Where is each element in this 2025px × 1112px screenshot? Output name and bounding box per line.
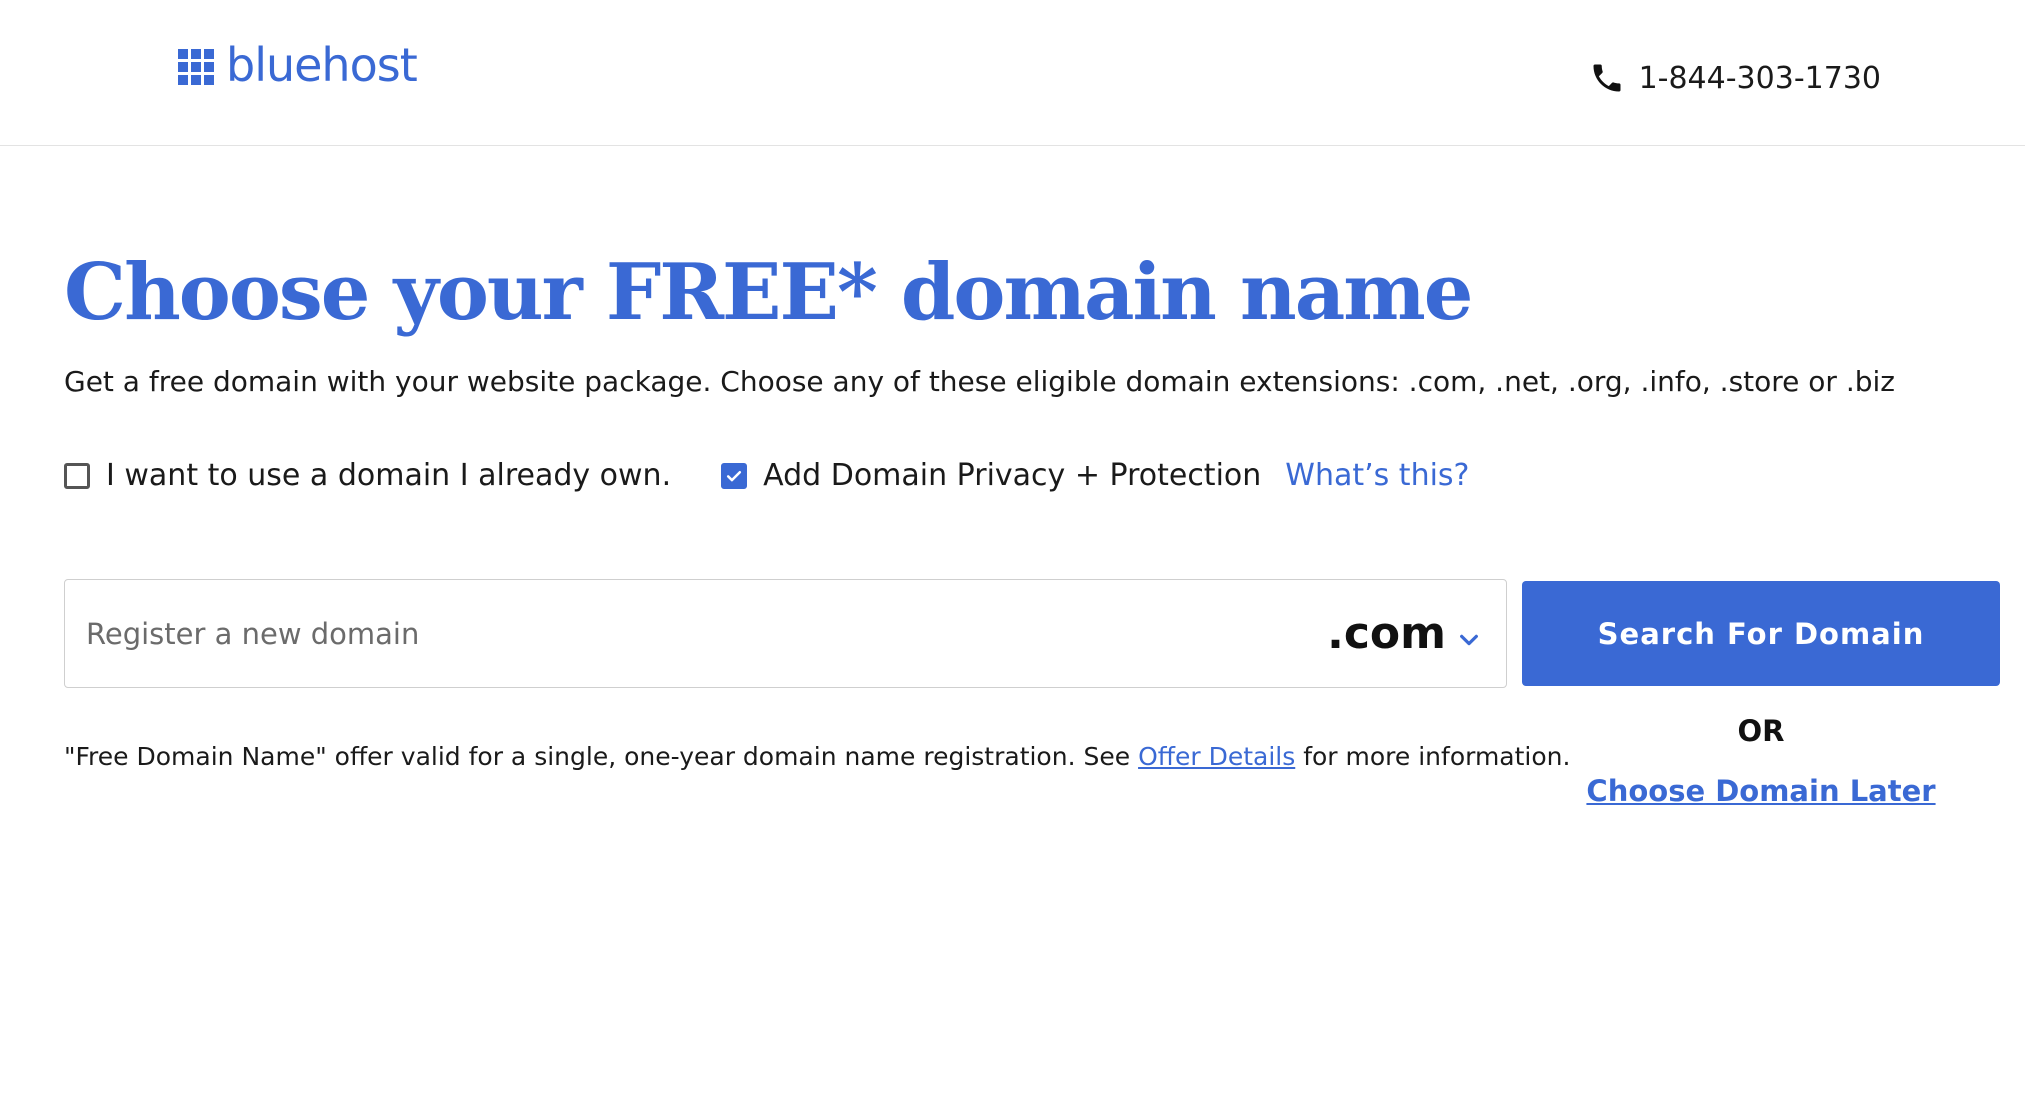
own-domain-label: I want to use a domain I already own.	[106, 458, 672, 493]
privacy-checkbox[interactable]	[721, 462, 748, 489]
phone-contact[interactable]: 1-844-303-1730	[1589, 60, 1881, 96]
own-domain-option[interactable]: I want to use a domain I already own.	[64, 458, 671, 493]
page-subtitle: Get a free domain with your website pack…	[64, 365, 1895, 398]
domain-input[interactable]	[65, 579, 1328, 688]
site-header: bluehost 1-844-303-1730	[0, 0, 2025, 146]
search-domain-button[interactable]: Search For Domain	[1522, 581, 2000, 686]
choose-domain-later-link[interactable]: Choose Domain Later	[1522, 774, 2000, 808]
privacy-label: Add Domain Privacy + Protection	[763, 458, 1262, 493]
tld-dropdown[interactable]: .com	[1327, 608, 1506, 659]
grid-logo-icon	[178, 49, 214, 85]
own-domain-checkbox[interactable]	[64, 462, 90, 489]
checkmark-icon	[727, 470, 742, 481]
chevron-down-icon	[1460, 634, 1478, 645]
offer-details-link[interactable]: Offer Details	[1138, 742, 1295, 771]
phone-icon	[1593, 64, 1621, 92]
tld-selected: .com	[1327, 608, 1446, 659]
phone-number[interactable]: 1-844-303-1730	[1639, 61, 1881, 96]
disclaimer-text-before: "Free Domain Name" offer valid for a sin…	[64, 742, 1139, 771]
page-title: Choose your FREE* domain name	[64, 247, 1473, 338]
or-divider: OR	[1737, 714, 1785, 748]
privacy-option[interactable]: Add Domain Privacy + Protection What’s t…	[721, 458, 1469, 493]
offer-disclaimer: "Free Domain Name" offer valid for a sin…	[64, 742, 1570, 771]
logo-text: bluehost	[226, 38, 418, 92]
domain-search-field: .com	[64, 579, 1507, 688]
domain-options: I want to use a domain I already own. Ad…	[64, 458, 1469, 493]
bluehost-logo[interactable]: bluehost	[178, 42, 418, 88]
whats-this-link[interactable]: What’s this?	[1285, 458, 1469, 493]
